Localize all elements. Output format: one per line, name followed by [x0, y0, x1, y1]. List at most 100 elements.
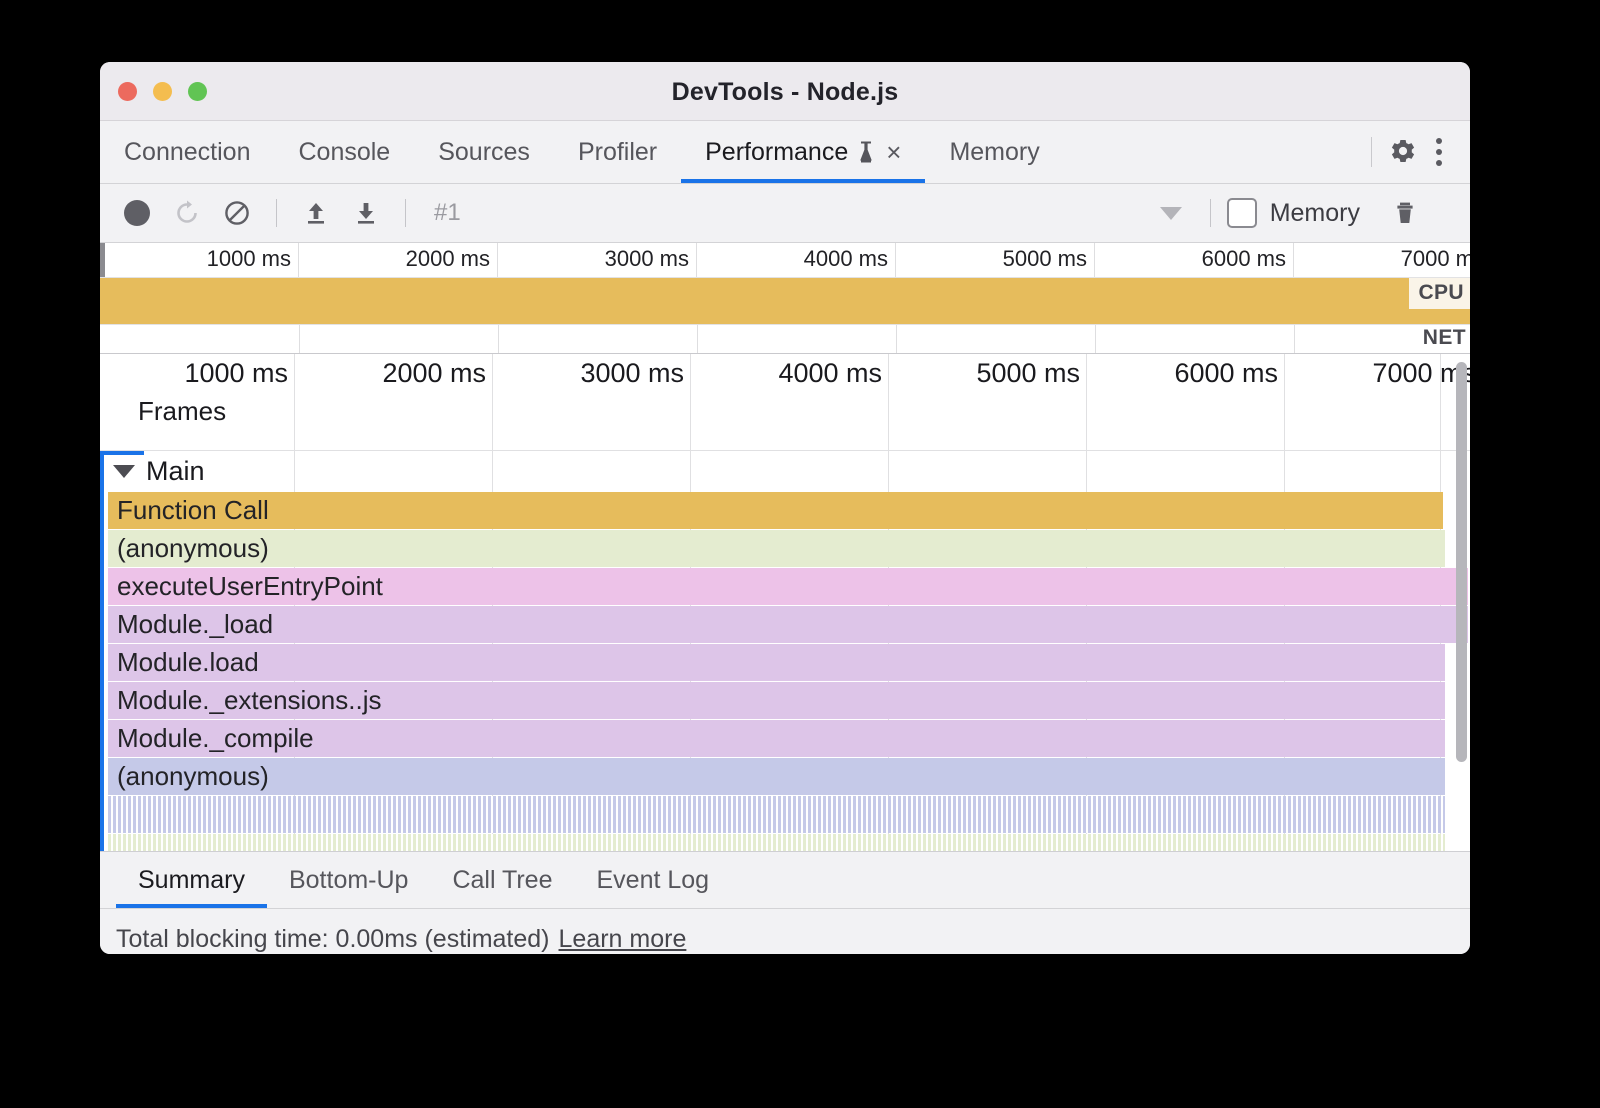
devtools-window: DevTools - Node.js Connection Console So…	[100, 62, 1470, 954]
record-circle-icon	[124, 200, 150, 226]
upload-profile-icon	[302, 199, 330, 227]
save-profile-button[interactable]	[343, 190, 389, 236]
performance-toolbar: #1 Memory	[100, 184, 1470, 243]
flame-bar[interactable]: executeUserEntryPoint	[108, 568, 1468, 605]
learn-more-link[interactable]: Learn more	[559, 925, 687, 954]
delete-recording-button[interactable]	[1382, 190, 1428, 236]
net-track-label: NET	[1423, 326, 1466, 350]
cpu-overview-track[interactable]: CPU	[100, 278, 1470, 324]
record-button[interactable]	[114, 190, 160, 236]
overview-tick: 1000 ms	[100, 243, 299, 277]
flamechart-tick-label: 3000 ms	[580, 358, 684, 389]
profile-selector-label[interactable]: #1	[422, 199, 461, 227]
flask-icon	[857, 141, 875, 163]
trash-icon	[1391, 199, 1419, 227]
load-profile-button[interactable]	[293, 190, 339, 236]
main-track[interactable]: Main Function Call (anonymous) executeUs…	[100, 451, 1470, 851]
flame-bar[interactable]: Module._extensions..js	[108, 682, 1445, 719]
overview-gridline	[299, 325, 300, 353]
tab-memory-label: Memory	[949, 138, 1039, 167]
tab-profiler[interactable]: Profiler	[554, 121, 681, 183]
tab-call-tree-label: Call Tree	[452, 866, 552, 895]
flame-bar-group-striped[interactable]	[108, 834, 1445, 851]
overview-gridline	[896, 325, 897, 353]
cpu-track-label: CPU	[1409, 278, 1470, 309]
close-tab-icon[interactable]: ×	[884, 139, 901, 165]
flame-bar[interactable]: Module._compile	[108, 720, 1445, 757]
main-track-header[interactable]: Main	[100, 451, 1470, 492]
tab-bottom-up-label: Bottom-Up	[289, 866, 408, 895]
kebab-menu-icon[interactable]	[1422, 138, 1456, 166]
tab-console[interactable]: Console	[274, 121, 414, 183]
memory-checkbox-label: Memory	[1270, 199, 1360, 228]
summary-status-bar: Total blocking time: 0.00ms (estimated) …	[100, 909, 1470, 954]
memory-checkbox[interactable]: Memory	[1227, 198, 1360, 228]
toolbar-divider-1	[276, 199, 277, 227]
frames-track[interactable]: Frames	[100, 394, 1470, 434]
flame-bar-label: executeUserEntryPoint	[108, 571, 383, 602]
tab-event-log-label: Event Log	[597, 866, 710, 895]
flamechart-tick-label: 6000 ms	[1174, 358, 1278, 389]
overview-tick: 2000 ms	[299, 243, 498, 277]
clear-no-entry-icon	[223, 199, 251, 227]
gear-icon[interactable]	[1388, 137, 1418, 167]
overview-tick-label: 5000 ms	[1003, 246, 1087, 272]
flamechart-tick-label: 1000 ms	[184, 358, 288, 389]
tab-sources-label: Sources	[438, 138, 530, 167]
tab-bottom-up[interactable]: Bottom-Up	[267, 852, 430, 908]
window-titlebar: DevTools - Node.js	[100, 62, 1470, 121]
overview-tick-label: 3000 ms	[605, 246, 689, 272]
timeline-overview[interactable]: 1000 ms 2000 ms 3000 ms 4000 ms 5000 ms …	[100, 243, 1470, 354]
tab-connection[interactable]: Connection	[100, 121, 274, 183]
flamechart-tick-label: 4000 ms	[778, 358, 882, 389]
tab-sources[interactable]: Sources	[414, 121, 554, 183]
flamechart-tick-label: 2000 ms	[382, 358, 486, 389]
overview-ruler: 1000 ms 2000 ms 3000 ms 4000 ms 5000 ms …	[100, 243, 1470, 278]
overview-tick: 3000 ms	[498, 243, 697, 277]
tab-connection-label: Connection	[124, 138, 250, 167]
overview-tick: 7000 ms	[1294, 243, 1470, 277]
flame-bar-group-striped[interactable]	[108, 796, 1445, 833]
tab-summary[interactable]: Summary	[116, 852, 267, 908]
tabbar-actions	[1359, 121, 1470, 183]
main-track-label: Main	[146, 456, 205, 487]
tab-profiler-label: Profiler	[578, 138, 657, 167]
tab-event-log[interactable]: Event Log	[575, 852, 732, 908]
flame-bar-label: Module._load	[108, 609, 273, 640]
overview-gridline	[1095, 325, 1096, 353]
main-track-selection-border	[100, 451, 104, 851]
flame-bar[interactable]: (anonymous)	[108, 530, 1445, 567]
flamechart-pane[interactable]: 1000 ms 2000 ms 3000 ms 4000 ms 5000 ms …	[100, 354, 1470, 851]
panel-tabbar: Connection Console Sources Profiler Perf…	[100, 121, 1470, 184]
overview-tick-label: 4000 ms	[804, 246, 888, 272]
net-overview-track[interactable]: NET	[100, 324, 1470, 354]
profile-dropdown-button[interactable]	[1148, 190, 1194, 236]
overview-tick-label: 2000 ms	[406, 246, 490, 272]
tab-memory[interactable]: Memory	[925, 121, 1063, 183]
overview-gridline	[498, 325, 499, 353]
flame-bar[interactable]: Module._load	[108, 606, 1468, 643]
overview-tick: 6000 ms	[1095, 243, 1294, 277]
flame-bar-label: Module._compile	[108, 723, 314, 754]
tab-performance-label: Performance	[705, 138, 848, 167]
reload-and-record-button[interactable]	[164, 190, 210, 236]
flame-bar-label: (anonymous)	[108, 761, 269, 792]
tab-call-tree[interactable]: Call Tree	[430, 852, 574, 908]
flame-bar-label: Module.load	[108, 647, 259, 678]
flamechart-scrollbar[interactable]	[1456, 362, 1467, 762]
toolbar-divider-2	[405, 199, 406, 227]
overview-tick: 5000 ms	[896, 243, 1095, 277]
flamechart-tick-label: 5000 ms	[976, 358, 1080, 389]
flame-bar-label: Module._extensions..js	[108, 685, 381, 716]
flame-bar[interactable]: Function Call	[108, 492, 1443, 529]
flame-bar[interactable]: (anonymous)	[108, 758, 1445, 795]
tab-console-label: Console	[298, 138, 390, 167]
tabbar-divider	[1371, 137, 1372, 167]
overview-gridline	[1294, 325, 1295, 353]
clear-button[interactable]	[214, 190, 260, 236]
triangle-down-icon[interactable]	[113, 465, 135, 478]
flame-bar[interactable]: Module.load	[108, 644, 1445, 681]
tab-performance[interactable]: Performance ×	[681, 121, 925, 183]
flamechart-ruler: 1000 ms 2000 ms 3000 ms 4000 ms 5000 ms …	[100, 354, 1470, 394]
tab-summary-label: Summary	[138, 866, 245, 895]
